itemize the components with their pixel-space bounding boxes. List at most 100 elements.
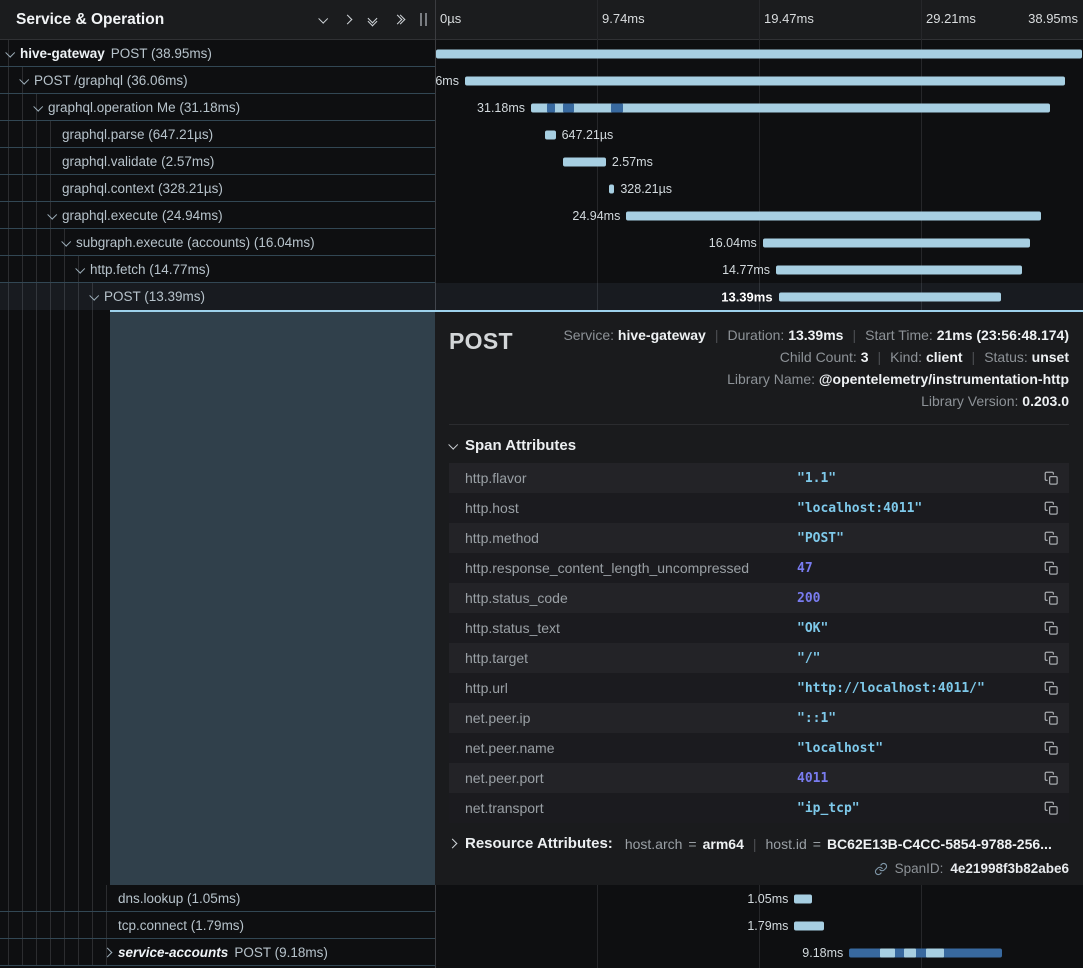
span-detail-side-panel (110, 312, 435, 885)
copy-icon[interactable] (1044, 741, 1059, 756)
copy-icon[interactable] (1044, 801, 1059, 816)
attribute-key: http.host (465, 500, 797, 516)
span-tree-cell[interactable]: graphql.parse (647.21µs) (0, 121, 435, 148)
duration-label: 647.21µs (562, 128, 614, 142)
span-attributes-header[interactable]: Span Attributes (449, 435, 1069, 455)
span-tree-cell[interactable]: http.fetch (14.77ms) (0, 256, 435, 283)
attribute-row: http.flavor"1.1" (449, 463, 1069, 493)
timeline-cell: 1.79ms (435, 912, 1083, 939)
attribute-row: http.response_content_length_uncompresse… (449, 553, 1069, 583)
duration-label: 1.05ms (747, 892, 788, 906)
attribute-key: http.url (465, 680, 797, 696)
chevron-down-icon[interactable] (5, 47, 15, 57)
timeline-cell: 13.39ms (435, 283, 1083, 310)
copy-icon[interactable] (1044, 531, 1059, 546)
copy-icon[interactable] (1044, 591, 1059, 606)
span-row[interactable]: service-accountsPOST (9.18ms)9.18ms (0, 939, 1083, 966)
duration-label: 24.94ms (572, 209, 620, 223)
span-row[interactable]: dns.lookup (1.05ms) 1.05ms (0, 885, 1083, 912)
span-row[interactable]: http.fetch (14.77ms)14.77ms (0, 256, 1083, 283)
span-id-value: 4e21998f3b82abe6 (950, 861, 1069, 876)
chevron-down-icon[interactable] (19, 74, 29, 84)
chevron-right-icon[interactable] (103, 947, 113, 957)
span-bar[interactable] (531, 103, 1050, 112)
span-tree-cell[interactable]: POST (13.39ms) (0, 283, 435, 310)
span-bar[interactable] (563, 157, 606, 166)
copy-icon[interactable] (1044, 771, 1059, 786)
span-tree-cell[interactable]: service-accountsPOST (9.18ms) (0, 939, 435, 966)
span-bar[interactable] (609, 184, 614, 193)
chevron-down-icon[interactable] (47, 209, 57, 219)
span-row[interactable]: hive-gatewayPOST (38.95ms) (0, 40, 1083, 67)
span-row[interactable]: graphql.parse (647.21µs) 647.21µs (0, 121, 1083, 148)
attribute-key: net.peer.ip (465, 710, 797, 726)
chevron-down-icon[interactable] (75, 263, 85, 273)
attribute-row: net.peer.ip"::1" (449, 703, 1069, 733)
copy-icon[interactable] (1044, 621, 1059, 636)
copy-icon[interactable] (1044, 561, 1059, 576)
span-tree-cell[interactable]: graphql.validate (2.57ms) (0, 148, 435, 175)
span-bar[interactable] (794, 894, 811, 903)
tree-header: Service & Operation (0, 0, 435, 39)
span-bar[interactable] (776, 265, 1022, 274)
span-bar[interactable] (779, 292, 1002, 301)
span-tree-cell[interactable]: hive-gatewayPOST (38.95ms) (0, 40, 435, 67)
duration-label: 36.06ms (435, 74, 459, 88)
chevron-down-icon[interactable] (61, 236, 71, 246)
chevron-down-icon[interactable] (33, 101, 43, 111)
span-bar[interactable] (763, 238, 1030, 247)
copy-icon[interactable] (1044, 471, 1059, 486)
span-row[interactable]: POST (13.39ms)13.39ms (0, 283, 1083, 310)
span-row[interactable]: POST /graphql (36.06ms)36.06ms (0, 67, 1083, 94)
meta-value: 21ms (23:56:48.174) (937, 327, 1069, 343)
span-bar[interactable] (545, 130, 556, 139)
span-row[interactable]: tcp.connect (1.79ms)1.79ms (0, 912, 1083, 939)
attribute-row: net.peer.name"localhost" (449, 733, 1069, 763)
span-tree-cell[interactable]: dns.lookup (1.05ms) (0, 885, 435, 912)
span-tree-cell[interactable]: tcp.connect (1.79ms) (0, 912, 435, 939)
span-bar-segment (926, 948, 944, 957)
span-row[interactable]: graphql.validate (2.57ms)2.57ms (0, 148, 1083, 175)
timeline-cell: 31.18ms (435, 94, 1083, 121)
chevron-down-icon[interactable] (318, 14, 328, 24)
span-bar[interactable] (849, 948, 1002, 957)
span-bar[interactable] (465, 76, 1065, 85)
meta-value: 0.203.0 (1022, 393, 1069, 409)
span-bar-segment (904, 948, 916, 957)
span-tree-cell[interactable]: graphql.operation Me (31.18ms) (0, 94, 435, 121)
span-bar[interactable] (626, 211, 1041, 220)
meta-value: hive-gateway (618, 327, 706, 343)
detail-title: POST (449, 324, 513, 412)
timeline-tick: 38.95ms (1028, 11, 1078, 26)
span-row[interactable]: graphql.context (328.21µs)328.21µs (0, 175, 1083, 202)
attribute-value: 47 (797, 561, 1036, 576)
span-attributes-section: Span Attributes http.flavor"1.1" http.hos… (449, 424, 1069, 823)
timeline-cell: 1.05ms (435, 885, 1083, 912)
resource-attributes-row[interactable]: Resource Attributes: host.arch=arm64|hos… (449, 835, 1069, 852)
copy-icon[interactable] (1044, 651, 1059, 666)
span-tree-cell[interactable]: graphql.execute (24.94ms) (0, 202, 435, 229)
span-tree-cell[interactable]: graphql.context (328.21µs) (0, 175, 435, 202)
double-chevron-down-icon[interactable] (369, 15, 376, 25)
span-tree-cell[interactable]: POST /graphql (36.06ms) (0, 67, 435, 94)
span-row[interactable]: graphql.execute (24.94ms) 24.94ms (0, 202, 1083, 229)
copy-icon[interactable] (1044, 711, 1059, 726)
drag-handle-icon[interactable] (420, 13, 427, 26)
chevron-down-icon (448, 439, 458, 449)
link-icon[interactable] (874, 862, 888, 876)
span-bar[interactable] (436, 49, 1082, 58)
copy-icon[interactable] (1044, 501, 1059, 516)
span-bar[interactable] (794, 921, 824, 930)
double-chevron-right-icon[interactable] (394, 16, 404, 23)
resource-attributes-values: host.arch=arm64|host.id=BC62E13B-C4CC-58… (625, 836, 1052, 852)
chevron-right-icon[interactable] (343, 15, 353, 25)
header: Service & Operation 0µs9.74ms19.47ms29.2… (0, 0, 1083, 40)
span-row[interactable]: subgraph.execute (accounts) (16.04ms)16.… (0, 229, 1083, 256)
chevron-down-icon[interactable] (89, 290, 99, 300)
span-tree-cell[interactable]: subgraph.execute (accounts) (16.04ms) (0, 229, 435, 256)
attribute-value: 200 (797, 591, 1036, 606)
span-bar-segment (611, 103, 622, 112)
copy-icon[interactable] (1044, 681, 1059, 696)
attribute-key: http.method (465, 530, 797, 546)
span-row[interactable]: graphql.operation Me (31.18ms)31.18ms (0, 94, 1083, 121)
